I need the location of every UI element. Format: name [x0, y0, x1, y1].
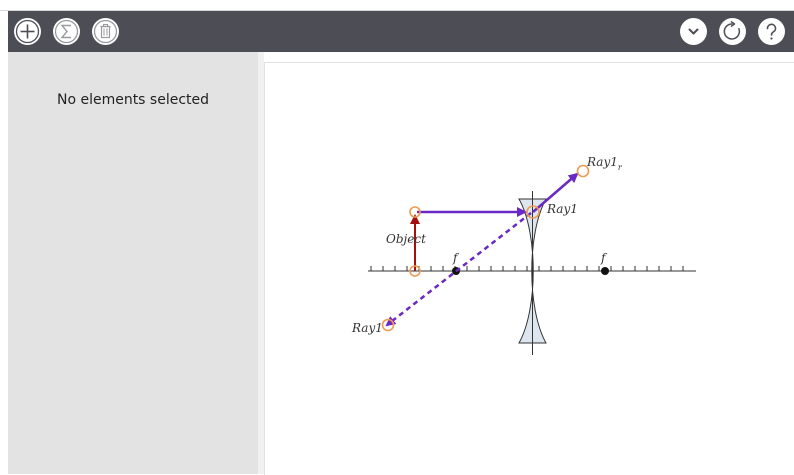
diagram-canvas[interactable]: f f Object Ray1r Ray1 Ray1: [264, 62, 794, 475]
window-top-strip: [0, 0, 794, 11]
delete-button[interactable]: [92, 18, 119, 45]
ray-label-lens: Ray1: [546, 202, 578, 216]
diverging-lens[interactable]: [518, 191, 547, 355]
refresh-icon: [723, 20, 741, 40]
toolbar: [8, 11, 794, 52]
dropdown-button[interactable]: [680, 18, 707, 45]
virtual-ray-extension[interactable]: [385, 212, 532, 327]
plus-icon: [15, 19, 40, 44]
sidebar-panel: No elements selected: [8, 52, 258, 474]
lens-diagram: f f Object Ray1r Ray1 Ray1: [351, 155, 696, 355]
functions-button[interactable]: [53, 18, 80, 45]
sigma-icon: [54, 19, 79, 44]
ray-label-top-subscript: r: [618, 163, 623, 172]
ray-label-bottom: Ray1: [351, 321, 383, 335]
object-label: Object: [386, 232, 426, 246]
chevron-down-icon: [688, 28, 699, 35]
add-button[interactable]: [14, 18, 41, 45]
help-button[interactable]: [758, 18, 785, 45]
trash-icon: [93, 19, 118, 44]
question-icon: [766, 23, 777, 40]
reset-button[interactable]: [719, 18, 746, 45]
selection-status-text: No elements selected: [56, 92, 210, 108]
ray-label-top: Ray1r: [586, 155, 623, 172]
focal-point-right[interactable]: [601, 267, 609, 275]
focal-label-right: f: [600, 251, 608, 265]
focal-label-left: f: [452, 251, 460, 265]
ray-label-top-main: Ray1: [586, 155, 618, 169]
